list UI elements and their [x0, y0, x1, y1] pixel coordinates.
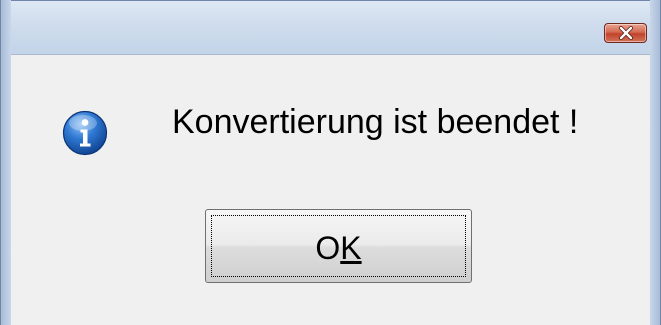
close-icon [618, 26, 634, 40]
dialog-message: Konvertierung ist beendet ! [172, 103, 579, 141]
ok-button[interactable]: OK [205, 209, 472, 283]
close-button[interactable] [604, 23, 647, 43]
window-frame-left [0, 0, 11, 325]
ok-label-mnemonic: K [340, 229, 362, 266]
ok-button-label: OK [315, 230, 361, 267]
window-frame-top [0, 0, 661, 12]
message-dialog: Konvertierung ist beendet ! OK [0, 0, 661, 325]
window-frame-right [650, 0, 661, 325]
dialog-body [11, 55, 650, 325]
ok-label-prefix: O [315, 229, 341, 266]
info-icon [62, 110, 108, 156]
